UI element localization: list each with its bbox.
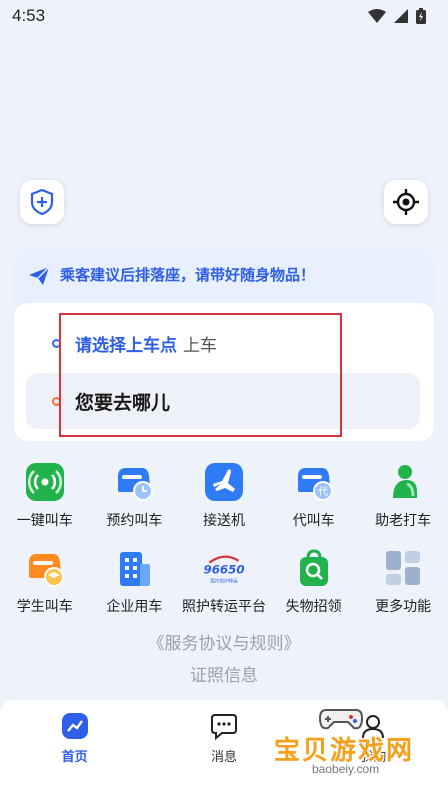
elder-icon [383,462,423,502]
paper-plane-icon [29,266,50,285]
tab-label: 消息 [210,749,237,764]
destination-field[interactable]: 您要去哪儿 [26,373,420,429]
service-elder-taxi[interactable]: 助老打车 [358,462,448,548]
signal-car-icon [25,462,65,502]
student-car-icon [25,548,65,588]
service-one-tap-call[interactable]: 一键叫车 [0,462,90,548]
service-row-1: 一键叫车 预约叫车 接送机 代 代叫车 助老打车 [0,462,448,548]
service-label: 学生叫车 [16,598,73,614]
service-label: 企业用车 [106,598,163,614]
care-logo-sub: 医疗照护转运 [210,578,238,585]
service-scheduled-call[interactable]: 预约叫车 [90,462,180,548]
route-card: 请选择上车点 上车 您要去哪儿 [14,303,434,441]
footer-links: 《服务协议与规则》 证照信息 [0,632,448,696]
battery-icon [416,8,426,24]
service-more[interactable]: 更多功能 [358,548,448,634]
service-proxy-call[interactable]: 代 代叫车 [269,462,359,548]
service-label: 接送机 [202,512,245,528]
pickup-field[interactable]: 请选择上车点 上车 [14,323,434,363]
tab-home[interactable]: 首页 [0,700,149,796]
tab-profile[interactable]: 我的 [299,700,448,796]
locate-button[interactable] [384,180,428,224]
care-logo-number: 96650 [204,562,244,576]
tab-label: 我的 [360,749,387,764]
status-icons [368,8,426,24]
proxy-car-icon: 代 [294,462,334,502]
shield-plus-icon [30,188,54,216]
service-label: 更多功能 [375,598,432,614]
service-care-transport[interactable]: 96650 医疗照护转运 照护转运平台 [179,548,269,634]
message-icon [210,714,237,740]
service-label: 失物招领 [285,598,342,614]
care-transport-logo: 96650 医疗照护转运 [204,548,244,588]
service-lost-found[interactable]: 失物招领 [269,548,359,634]
service-grid: 一键叫车 预约叫车 接送机 代 代叫车 助老打车 学生叫车 企业用车 96650… [0,462,448,634]
clock-car-icon [114,462,154,502]
service-label: 助老打车 [375,512,432,528]
service-label: 预约叫车 [106,512,163,528]
status-time: 4:53 [12,6,46,25]
destination-dot-icon [52,396,61,406]
license-info-link[interactable]: 证照信息 [0,664,448,696]
bottom-tab-bar: 首页 消息 我的 [0,700,448,796]
profile-icon [362,715,385,739]
safety-tip-banner: 乘客建议后排落座，请带好随身物品！ [14,250,434,308]
service-label: 代叫车 [292,512,335,528]
tab-messages[interactable]: 消息 [149,700,298,796]
lost-found-icon [294,548,334,588]
pickup-dot-icon [52,338,61,348]
pickup-suffix: 上车 [183,335,217,355]
service-airport-transfer[interactable]: 接送机 [179,462,269,548]
service-row-2: 学生叫车 企业用车 96650 医疗照护转运 照护转运平台 失物招领 更多功能 [0,548,448,634]
building-icon [114,548,154,588]
more-grid-icon [383,548,423,588]
status-bar: 4:53 [0,0,448,32]
service-enterprise-car[interactable]: 企业用车 [90,548,180,634]
destination-placeholder: 您要去哪儿 [75,392,171,414]
safety-button[interactable] [20,180,64,224]
home-trend-icon [61,713,88,739]
wifi-icon [368,9,386,23]
tab-label: 首页 [61,749,88,764]
tip-text: 乘客建议后排落座，请带好随身物品！ [60,267,316,284]
cellular-icon [394,9,408,23]
service-agreement-link[interactable]: 《服务协议与规则》 [0,632,448,664]
svg-text:代: 代 [318,486,328,498]
service-label: 一键叫车 [16,512,73,528]
service-label: 照护转运平台 [181,598,266,614]
airplane-icon [204,462,244,502]
pickup-label: 请选择上车点 [75,335,177,355]
service-student-call[interactable]: 学生叫车 [0,548,90,634]
crosshair-icon [393,189,419,215]
